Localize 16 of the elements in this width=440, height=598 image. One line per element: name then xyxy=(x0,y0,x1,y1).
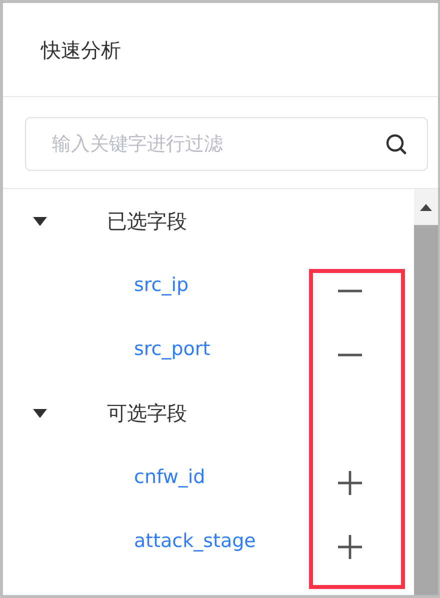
tree-group-label[interactable]: 已选字段 xyxy=(107,206,187,236)
caret-icon[interactable] xyxy=(33,216,47,226)
search-input: 输入关键字进行过滤 xyxy=(50,128,385,160)
tree-group-label[interactable]: 可选字段 xyxy=(107,398,187,428)
scroll-up-icon[interactable] xyxy=(420,203,432,211)
search-field[interactable]: 输入关键字进行过滤 xyxy=(25,117,428,171)
field-name[interactable]: cnfw_id xyxy=(134,462,304,492)
search-icon[interactable] xyxy=(385,133,407,155)
panel-title: 快速分析 xyxy=(41,36,121,64)
scrollbar[interactable] xyxy=(414,189,438,595)
plus-icon[interactable] xyxy=(337,470,363,496)
caret-icon[interactable] xyxy=(33,408,47,418)
field-name[interactable]: src_port xyxy=(134,334,304,364)
field-name[interactable]: attack_stage xyxy=(134,526,304,556)
plus-icon[interactable] xyxy=(337,534,363,560)
field-name[interactable]: src_ip xyxy=(134,270,304,300)
